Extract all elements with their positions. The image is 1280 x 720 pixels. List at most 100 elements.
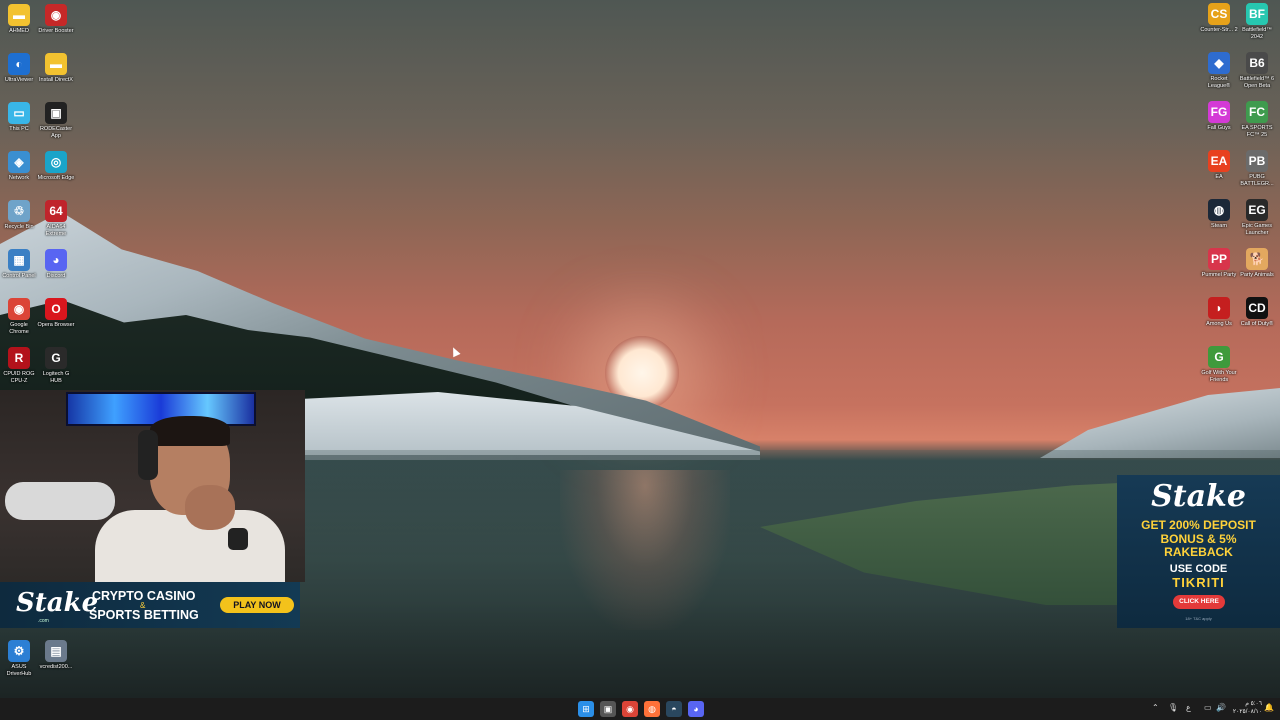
desktop-icon-label: UltraViewer [4, 77, 34, 83]
ea-icon: EA [1208, 150, 1230, 172]
desktop-icon-label: Discord [46, 273, 66, 279]
network-icon[interactable]: ▭ [1204, 703, 1212, 712]
desktop-icon-ahmed[interactable]: ▬ AHMED [0, 4, 38, 35]
install-directx-icon: ▬ [45, 53, 67, 75]
desktop-icon-label: This PC [9, 126, 29, 132]
taskbar: ⊞ ▣ ◉ ◍ ◓ ◕ ⌃ 🎙 ع ▭ 🔊 ٥:٠٦ م ٢٠٢٥/٠٨/١٠ 🔔 [0, 698, 1280, 720]
desktop-icon-label: Battlefield™ 6 Open Beta [1239, 76, 1275, 89]
desktop-icon-install-directx[interactable]: ▬ Install DirectX [37, 53, 75, 84]
promo-code: TIKRITI [1172, 575, 1225, 590]
desktop-icon-pummel-party[interactable]: PP Pummel Party [1200, 248, 1238, 279]
desktop-icon-label: Google Chrome [9, 322, 29, 335]
desktop-icon-battlefield-2042[interactable]: BF Battlefield™ 2042 [1238, 3, 1276, 41]
desktop-icon-label: AHMED [9, 28, 29, 34]
desktop-icon-counter-str-2[interactable]: CS Counter-Str... 2 [1200, 3, 1238, 34]
desktop-icon-rodecaster-app[interactable]: ▣ RODECaster App [37, 102, 75, 140]
desktop-icon-label: PUBG BATTLEGR... [1240, 174, 1274, 187]
desktop-icon-label: Logitech G HUB [42, 371, 70, 384]
recycle-bin-icon: ♲ [8, 200, 30, 222]
desktop-icon-ea[interactable]: EA EA [1200, 150, 1238, 181]
desktop-icon-label: Call of Duty® [1240, 321, 1274, 327]
desktop-icon-driver-booster[interactable]: ◉ Driver Booster [37, 4, 75, 35]
stake-side-ad[interactable]: Stake GET 200% DEPOSIT BONUS & 5% RAKEBA… [1117, 475, 1280, 628]
firefox-icon[interactable]: ◍ [644, 701, 660, 717]
cpuid-rog-cpu-z-icon: R [8, 347, 30, 369]
desktop-icon-logitech-g-hub[interactable]: G Logitech G HUB [37, 347, 75, 385]
epic-games-launcher-icon: EG [1246, 199, 1268, 221]
desktop-icon-label: Microsoft Edge [37, 175, 75, 181]
play-now-button[interactable]: PLAY NOW [220, 597, 294, 613]
stake-banner-ad[interactable]: Stake .com CRYPTO CASINO & SPORTS BETTIN… [0, 582, 300, 628]
webcam-overlay [0, 390, 305, 582]
desktop-icon-asus-driverhub[interactable]: ⚙ ASUS DriverHub [0, 640, 38, 678]
ultraviewer-icon: ◐ [8, 53, 30, 75]
desktop-icon-label: AIDA64 Extreme [45, 224, 67, 237]
click-here-button[interactable]: CLICK HERE [1173, 595, 1225, 609]
desktop-icon-pubg-battlegr[interactable]: PB PUBG BATTLEGR... [1238, 150, 1276, 188]
banner-line-sports: SPORTS BETTING [89, 608, 199, 622]
desktop-icon-aida64-extreme[interactable]: 64 AIDA64 Extreme [37, 200, 75, 238]
ad-fine-print: 18+ T&C apply [1185, 616, 1212, 621]
desktop-icon-label: Fall Guys [1207, 125, 1231, 131]
microphone-icon[interactable]: 🎙 [1168, 703, 1178, 712]
steam-icon[interactable]: ◓ [666, 701, 682, 717]
desktop-icon-recycle-bin[interactable]: ♲ Recycle Bin [0, 200, 38, 231]
golf-with-your-friends-icon: G [1208, 346, 1230, 368]
desktop-icon-rocket-league[interactable]: ◆ Rocket League® [1200, 52, 1238, 90]
opera-browser-icon: O [45, 298, 67, 320]
desktop-icon-party-animals[interactable]: 🐕 Party Animals [1238, 248, 1276, 279]
desktop-icon-label: Recycle Bin [4, 224, 34, 230]
task-view-icon[interactable]: ▣ [600, 701, 616, 717]
desktop-icon-label: Battlefield™ 2042 [1242, 27, 1272, 40]
desktop-icon-ultraviewer[interactable]: ◐ UltraViewer [0, 53, 38, 84]
start-icon[interactable]: ⊞ [578, 701, 594, 717]
desktop-icon-among-us[interactable]: ◗ Among Us [1200, 297, 1238, 328]
system-clock[interactable]: ٥:٠٦ م ٢٠٢٥/٠٨/١٠ [1232, 700, 1262, 716]
offer-line-1: GET 200% DEPOSIT [1141, 518, 1256, 532]
sun-reflection [560, 470, 730, 630]
desktop-icon-call-of-duty[interactable]: CD Call of Duty® [1238, 297, 1276, 328]
desktop-icon-fall-guys[interactable]: FG Fall Guys [1200, 101, 1238, 132]
notification-icon[interactable]: 🔔 [1264, 703, 1274, 712]
stake-logo: Stake [16, 588, 99, 618]
microsoft-edge-icon: ◎ [45, 151, 67, 173]
desktop-icon-label: Party Animals [1240, 272, 1274, 278]
use-code-label: USE CODE [1169, 563, 1228, 575]
desktop-icon-label: Pummel Party [1201, 272, 1237, 278]
desktop-icon-label: EA SPORTS FC™ 25 [1241, 125, 1273, 138]
desktop-icon-label: RODECaster App [39, 126, 73, 139]
language-icon[interactable]: ع [1186, 703, 1191, 712]
streamer-hand [185, 485, 235, 530]
desktop-icon-this-pc[interactable]: ▭ This PC [0, 102, 38, 133]
desktop-icon-label: vcredist200... [39, 664, 73, 670]
desktop-icon-epic-games-launcher[interactable]: EG Epic Games Launcher [1238, 199, 1276, 237]
desktop-icon-vcredist200[interactable]: ▤ vcredist200... [37, 640, 75, 671]
stake-ad-logo: Stake [1151, 479, 1246, 514]
stake-domain: .com [38, 618, 49, 624]
desktop-icon-golf-with-your-friends[interactable]: G Golf With Your Friends [1200, 346, 1238, 384]
desktop-icon-label: Opera Browser [37, 322, 75, 328]
desktop-icon-google-chrome[interactable]: ◉ Google Chrome [0, 298, 38, 336]
desktop-icon-ea-sports-fc-25[interactable]: FC EA SPORTS FC™ 25 [1238, 101, 1276, 139]
desktop-icon-cpuid-rog-cpu-z[interactable]: R CPUID ROG CPU-Z [0, 347, 38, 385]
desktop-icon-label: Epic Games Launcher [1242, 223, 1272, 236]
logitech-g-hub-icon: G [45, 347, 67, 369]
desktop-icon-opera-browser[interactable]: O Opera Browser [37, 298, 75, 329]
desktop-icon-control-panel[interactable]: ▦ Control Panel [0, 249, 38, 280]
ea-sports-fc-25-icon: FC [1246, 101, 1268, 123]
pummel-party-icon: PP [1208, 248, 1230, 270]
volume-icon[interactable]: 🔊 [1216, 703, 1226, 712]
chrome-icon[interactable]: ◉ [622, 701, 638, 717]
desktop-icon-label: Driver Booster [38, 28, 74, 34]
discord-icon[interactable]: ◕ [688, 701, 704, 717]
desktop-icon-discord[interactable]: ◕ Discord [37, 249, 75, 280]
rocket-league-icon: ◆ [1208, 52, 1230, 74]
chevron-up-icon[interactable]: ⌃ [1152, 703, 1159, 712]
desktop-icon-microsoft-edge[interactable]: ◎ Microsoft Edge [37, 151, 75, 182]
desktop-icon-label: EA [1215, 174, 1223, 180]
desktop-icon-battlefield-6-open-beta[interactable]: B6 Battlefield™ 6 Open Beta [1238, 52, 1276, 90]
desktop-icon-network[interactable]: ◈ Network [0, 151, 38, 182]
desktop-icon-steam[interactable]: ◍ Steam [1200, 199, 1238, 230]
fall-guys-icon: FG [1208, 101, 1230, 123]
stake-ad-offer: GET 200% DEPOSIT BONUS & 5% RAKEBACK [1117, 518, 1280, 560]
